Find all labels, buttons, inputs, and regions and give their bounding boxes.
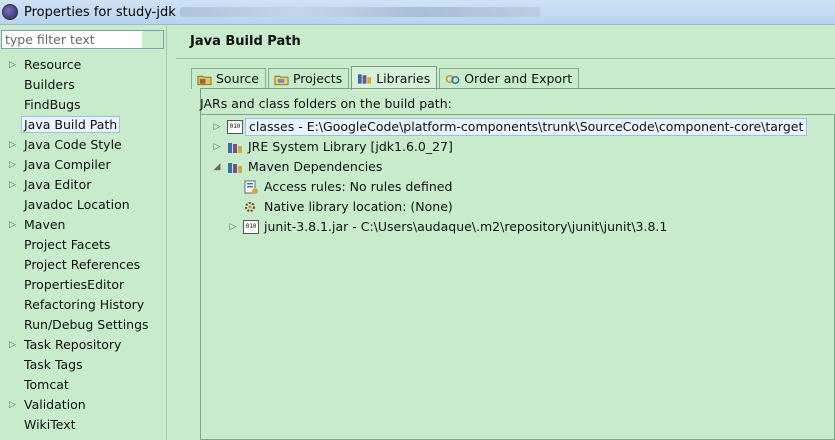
libraries-icon [358, 74, 372, 84]
entry-label: Access rules: No rules defined [264, 179, 453, 194]
sidebar-item[interactable]: ▷ Java Editor [0, 175, 166, 195]
sidebar-item-label: Task Tags [24, 357, 83, 372]
tab-source[interactable]: Source [191, 68, 266, 89]
sidebar-tree: ▷ Resource Builders FindBugs Java Build P… [0, 55, 166, 435]
expand-arrow-icon[interactable]: ▷ [9, 55, 16, 75]
sidebar-item-label: Refactoring History [24, 297, 145, 312]
expand-arrow-icon[interactable]: ▷ [9, 395, 16, 415]
sidebar-item[interactable]: ▷ Resource [0, 55, 166, 75]
build-path-subtitle: JARs and class folders on the build path… [200, 96, 452, 111]
sidebar-item-label: Task Repository [24, 337, 122, 352]
expand-arrow-icon[interactable]: ▷ [9, 175, 16, 195]
build-path-entry[interactable]: ▷ 010 junit-3.8.1.jar - C:\Users\audaque… [227, 217, 667, 237]
collapsed-arrow-icon[interactable]: ▷ [211, 117, 223, 137]
sidebar-item[interactable]: ▷ Java Compiler [0, 155, 166, 175]
filter-input[interactable]: type filter text [1, 30, 164, 49]
sidebar-item[interactable]: Refactoring History [0, 295, 166, 315]
page-title: Java Build Path [190, 34, 301, 49]
sidebar-item-label: Run/Debug Settings [24, 317, 149, 332]
collapsed-arrow-icon[interactable]: ▷ [211, 137, 223, 157]
sidebar-item-label: Project Facets [24, 237, 111, 252]
window-title: Properties for study-jdk [24, 4, 176, 20]
sidebar-item[interactable]: Builders [0, 75, 166, 95]
filter-placeholder: type filter text [5, 32, 95, 47]
sidebar-item-label: Resource [24, 57, 82, 72]
build-path-entry[interactable]: ▷ 010 classes - E:\GoogleCode\platform-c… [211, 117, 808, 137]
expand-arrow-icon[interactable]: ▷ [9, 155, 16, 175]
tab-bar: Source Projects Libraries Order and Expo… [191, 65, 581, 90]
source-folder-icon [197, 75, 212, 85]
tab-label: Projects [292, 71, 343, 86]
sidebar-item[interactable]: WikiText [0, 415, 166, 435]
sidebar-item[interactable]: FindBugs [0, 95, 166, 115]
tab-order-and-export[interactable]: Order and Export [439, 68, 580, 89]
entry-label: JRE System Library [jdk1.6.0_27] [248, 139, 453, 154]
jar-icon: 010 [243, 220, 259, 234]
sidebar-item-label: Maven [24, 217, 66, 232]
sidebar-item[interactable]: Run/Debug Settings [0, 315, 166, 335]
sidebar-item-label: WikiText [24, 417, 76, 432]
expand-arrow-icon[interactable]: ▷ [9, 135, 16, 155]
sidebar-item-label: Java Editor [24, 177, 92, 192]
tab-label: Order and Export [464, 71, 573, 86]
expanded-arrow-icon[interactable]: ◢ [211, 157, 223, 177]
title-path-blurred [179, 7, 540, 17]
projects-folder-icon [274, 75, 289, 85]
sidebar-item-label: Java Build Path [21, 116, 121, 133]
eclipse-app-icon [2, 4, 18, 20]
sidebar-item-label: Tomcat [24, 377, 69, 392]
order-export-icon [445, 74, 460, 84]
clear-filter-area[interactable] [142, 31, 163, 48]
collapsed-arrow-icon[interactable]: ▷ [227, 217, 239, 237]
sidebar-item[interactable]: ▷ Task Repository [0, 335, 166, 355]
sidebar-item[interactable]: Tomcat [0, 375, 166, 395]
build-path-entry[interactable]: Access rules: No rules defined [227, 177, 452, 197]
sidebar-item[interactable]: Javadoc Location [0, 195, 166, 215]
tab-label: Source [216, 71, 259, 86]
build-path-entry[interactable]: ▷ JRE System Library [jdk1.6.0_27] [211, 137, 453, 157]
sidebar-item-label: Javadoc Location [24, 197, 130, 212]
access-rules-icon [244, 180, 258, 194]
sidebar-item-label: FindBugs [24, 97, 81, 112]
sidebar-item-label: Validation [24, 397, 86, 412]
sidebar-item[interactable]: PropertiesEditor [0, 275, 166, 295]
expand-arrow-icon[interactable]: ▷ [9, 215, 16, 235]
sidebar-item[interactable]: Project Facets [0, 235, 166, 255]
sidebar-item[interactable]: ▷ Validation [0, 395, 166, 415]
sidebar-item-label: Project References [24, 257, 141, 272]
sidebar-item[interactable]: Project References [0, 255, 166, 275]
tab-libraries[interactable]: Libraries [351, 66, 438, 90]
build-path-entry[interactable]: Native library location: (None) [227, 197, 453, 217]
sidebar-item-label: PropertiesEditor [24, 277, 125, 292]
library-icon [228, 163, 242, 173]
entry-label: classes - E:\GoogleCode\platform-compone… [245, 118, 808, 136]
preferences-sidebar: type filter text ▷ Resource Builders Find… [0, 25, 167, 440]
build-path-tree: ▷ 010 classes - E:\GoogleCode\platform-c… [200, 114, 835, 440]
class-folder-icon: 010 [227, 120, 243, 134]
sidebar-item[interactable]: Task Tags [0, 355, 166, 375]
tab-projects[interactable]: Projects [267, 68, 350, 89]
build-path-page: Java Build Path Source Projects Librarie… [176, 25, 835, 440]
expand-arrow-icon[interactable]: ▷ [9, 335, 16, 355]
sidebar-item[interactable]: ▷ Maven [0, 215, 166, 235]
native-library-icon [245, 202, 255, 212]
sidebar-item[interactable]: ▷ Java Code Style [0, 135, 166, 155]
title-divider [176, 58, 835, 59]
entry-label: Native library location: (None) [264, 199, 453, 214]
tab-label: Libraries [376, 70, 431, 86]
sidebar-item[interactable]: Java Build Path [0, 115, 166, 135]
sidebar-item-label: Java Code Style [24, 137, 122, 152]
library-icon [228, 143, 242, 153]
entry-label: Maven Dependencies [248, 159, 383, 174]
build-path-entry[interactable]: ◢ Maven Dependencies [211, 157, 383, 177]
sidebar-item-label: Builders [24, 77, 75, 92]
entry-label: junit-3.8.1.jar - C:\Users\audaque\.m2\r… [264, 219, 668, 234]
sidebar-item-label: Java Compiler [24, 157, 111, 172]
title-bar: Properties for study-jdk [0, 0, 835, 25]
